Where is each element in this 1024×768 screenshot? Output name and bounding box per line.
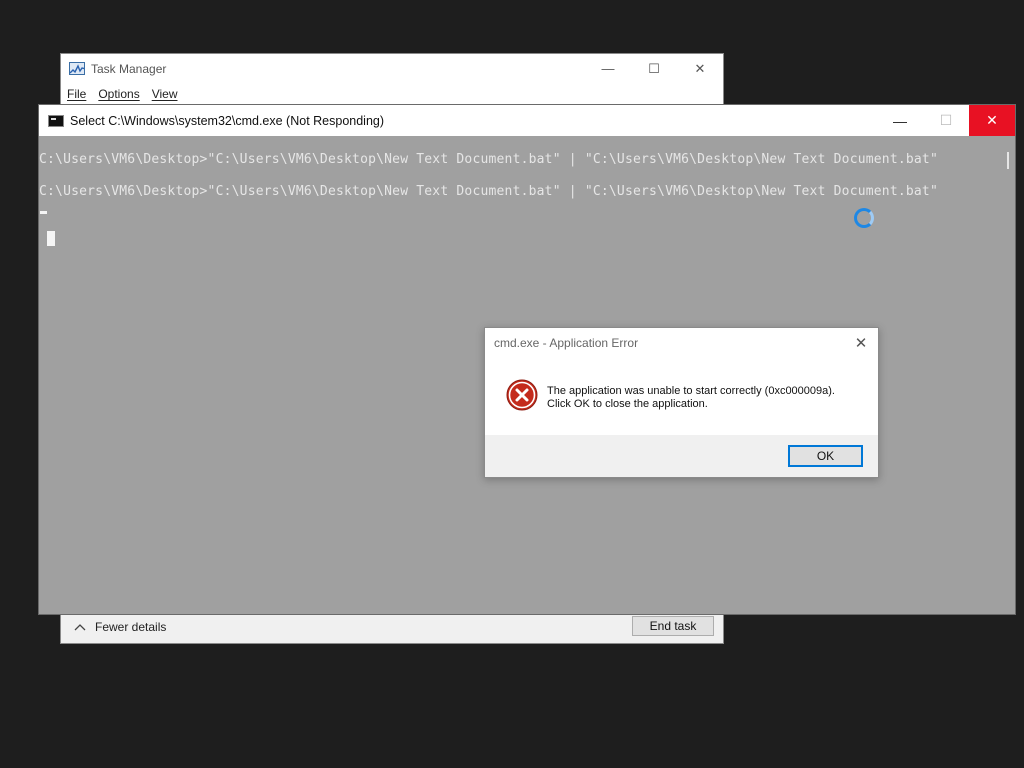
error-message: The application was unable to start corr… (547, 385, 835, 411)
task-manager-icon (69, 62, 85, 75)
maximize-button[interactable]: ☐ (923, 105, 969, 136)
end-task-button[interactable]: End task (632, 616, 714, 636)
console-line: C:\Users\VM6\Desktop>"C:\Users\VM6\Deskt… (39, 152, 938, 167)
cmd-title: Select C:\Windows\system32\cmd.exe (Not … (70, 113, 385, 128)
dialog-body: The application was unable to start corr… (485, 358, 878, 436)
console-line: C:\Users\VM6\Desktop>"C:\Users\VM6\Deskt… (39, 184, 938, 199)
menu-view[interactable]: View (152, 87, 178, 101)
scrollbar-thumb[interactable] (1007, 152, 1009, 169)
minimize-button[interactable]: — (585, 54, 631, 83)
menu-file[interactable]: File (67, 87, 86, 101)
application-error-dialog[interactable]: cmd.exe - Application Error ✕ The applic… (484, 327, 879, 478)
menu-options[interactable]: Options (98, 87, 139, 101)
dialog-title: cmd.exe - Application Error (494, 336, 639, 350)
error-icon (506, 379, 538, 411)
dialog-footer: OK (485, 435, 878, 477)
cmd-titlebar[interactable]: Select C:\Windows\system32\cmd.exe (Not … (39, 105, 1015, 136)
ok-button[interactable]: OK (788, 445, 863, 467)
chevron-up-icon[interactable] (73, 620, 87, 634)
close-button[interactable]: ✕ (677, 54, 723, 83)
block-cursor (47, 231, 55, 246)
cmd-icon (48, 114, 64, 127)
task-manager-title: Task Manager (91, 61, 167, 76)
maximize-button[interactable]: ☐ (631, 54, 677, 83)
loading-spinner-icon (854, 208, 874, 228)
error-message-line: Click OK to close the application. (547, 398, 708, 410)
task-manager-titlebar[interactable]: Task Manager — ☐ ✕ (61, 54, 723, 83)
task-manager-menubar: File Options View (61, 83, 723, 105)
close-button[interactable]: ✕ (969, 105, 1015, 136)
dialog-titlebar[interactable]: cmd.exe - Application Error ✕ (485, 328, 878, 358)
close-icon[interactable]: ✕ (852, 334, 870, 352)
error-message-line: The application was unable to start corr… (547, 385, 835, 397)
fewer-details-link[interactable]: Fewer details (95, 620, 166, 634)
minimize-button[interactable]: — (877, 105, 923, 136)
text-cursor (40, 211, 47, 214)
